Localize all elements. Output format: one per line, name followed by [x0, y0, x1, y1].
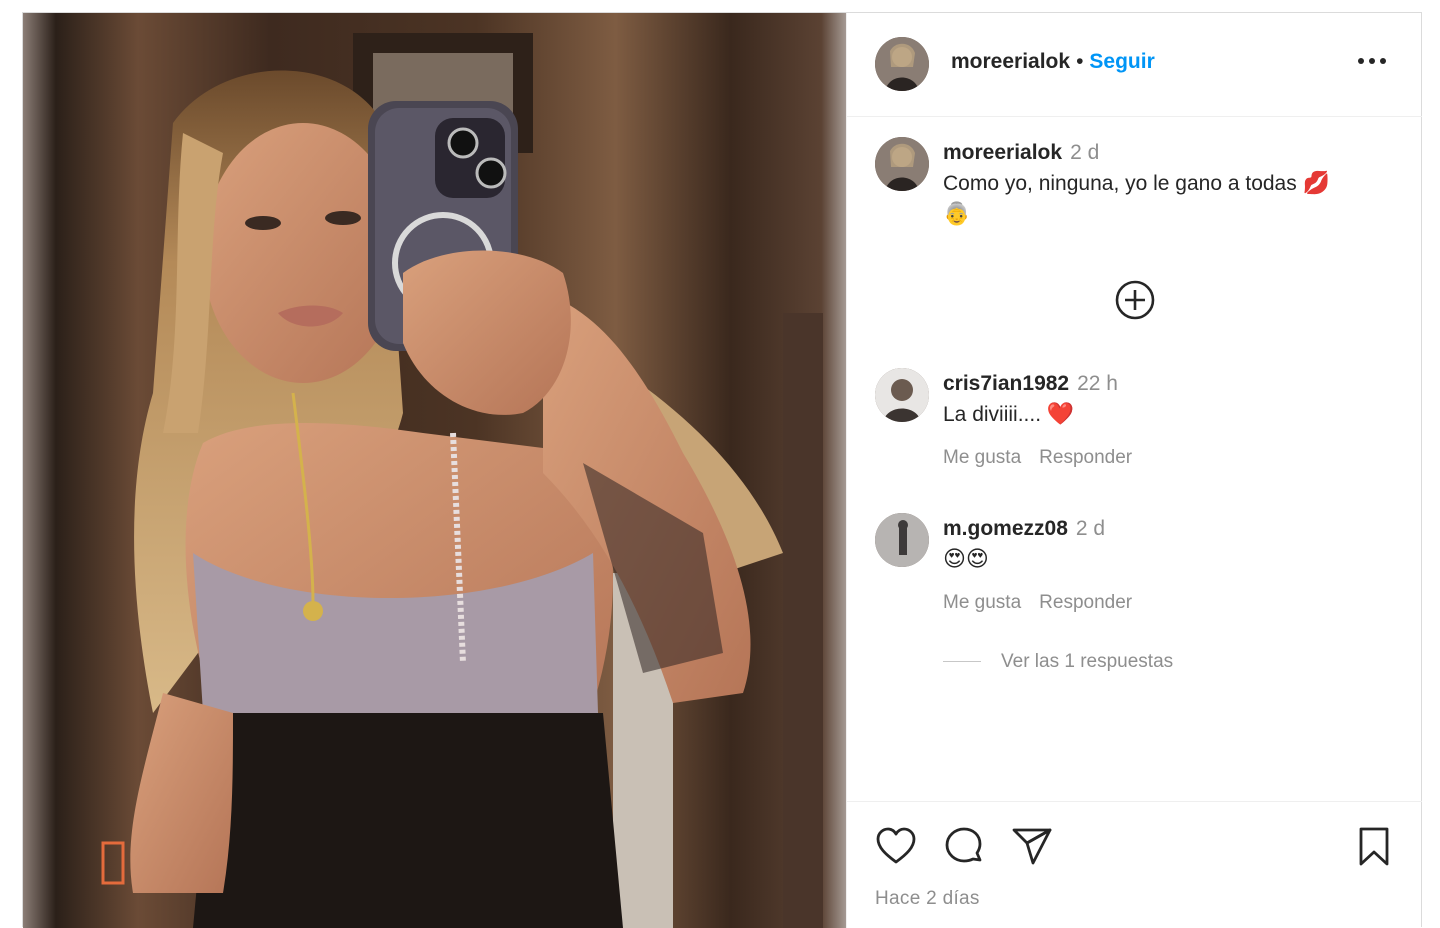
separator-dot: •	[1076, 50, 1084, 73]
post-photo[interactable]	[23, 13, 846, 928]
post-actions: Hace 2 días	[847, 801, 1422, 928]
comment-actions: Me gusta Responder	[943, 592, 1150, 614]
send-icon[interactable]	[1011, 826, 1053, 868]
view-replies-button[interactable]: Ver las 1 respuestas	[943, 651, 1173, 673]
comment-like-button[interactable]: Me gusta	[943, 447, 1021, 468]
instagram-post: moreerialok • Seguir moreerialok 2 d Com…	[22, 12, 1422, 928]
avatar-image	[875, 37, 929, 91]
comment-time[interactable]: 2 d	[1076, 517, 1105, 540]
header-line: moreerialok • Seguir	[951, 50, 1155, 74]
comment-body: m.gomezz08 2 d 😍😍	[943, 513, 1393, 575]
comment-time[interactable]: 22 h	[1077, 372, 1118, 395]
post-date[interactable]: Hace 2 días	[875, 888, 980, 910]
comments-section: moreerialok 2 d Como yo, ninguna, yo le g…	[847, 117, 1422, 801]
older-woman-emoji: 👵	[943, 202, 971, 227]
comment-username[interactable]: m.gomezz08	[943, 517, 1068, 540]
more-horizontal-icon[interactable]	[1356, 49, 1388, 73]
view-replies-label: Ver las 1 respuestas	[1001, 651, 1174, 672]
avatar-image	[875, 368, 929, 422]
comment-actions: Me gusta Responder	[943, 447, 1150, 469]
caption-avatar[interactable]	[875, 137, 929, 191]
comment-reply-button[interactable]: Responder	[1039, 592, 1132, 613]
kiss-emoji: 💋	[1302, 171, 1330, 196]
heart-icon[interactable]	[875, 826, 917, 868]
avatar-image	[875, 137, 929, 191]
heart-eyes-emoji: 😍😍	[943, 547, 989, 572]
comment-icon[interactable]	[943, 826, 985, 868]
red-heart-emoji: ❤️	[1046, 402, 1075, 427]
comment-like-button[interactable]: Me gusta	[943, 592, 1021, 613]
post-header: moreerialok • Seguir	[847, 13, 1422, 117]
commenter-avatar[interactable]	[875, 368, 929, 422]
replies-divider	[943, 661, 981, 663]
comment-body: cris7ian1982 22 h La diviiii.... ❤️	[943, 368, 1393, 430]
post-sidebar: moreerialok • Seguir moreerialok 2 d Com…	[846, 13, 1422, 928]
caption-text: Como yo, ninguna, yo le gano a todas	[943, 172, 1297, 195]
bookmark-icon[interactable]	[1353, 826, 1395, 868]
caption-username[interactable]: moreerialok	[943, 141, 1062, 164]
comment-text: La diviiii....	[943, 403, 1042, 426]
caption-body: moreerialok 2 d Como yo, ninguna, yo le g…	[943, 137, 1393, 230]
follow-button[interactable]: Seguir	[1089, 50, 1154, 73]
add-circle-icon[interactable]	[1114, 279, 1156, 321]
avatar-image	[875, 513, 929, 567]
caption-time[interactable]: 2 d	[1070, 141, 1099, 164]
photo-illustration	[23, 13, 846, 928]
author-avatar[interactable]	[875, 37, 929, 91]
commenter-avatar[interactable]	[875, 513, 929, 567]
comment-reply-button[interactable]: Responder	[1039, 447, 1132, 468]
author-username[interactable]: moreerialok	[951, 50, 1070, 73]
comment-username[interactable]: cris7ian1982	[943, 372, 1069, 395]
